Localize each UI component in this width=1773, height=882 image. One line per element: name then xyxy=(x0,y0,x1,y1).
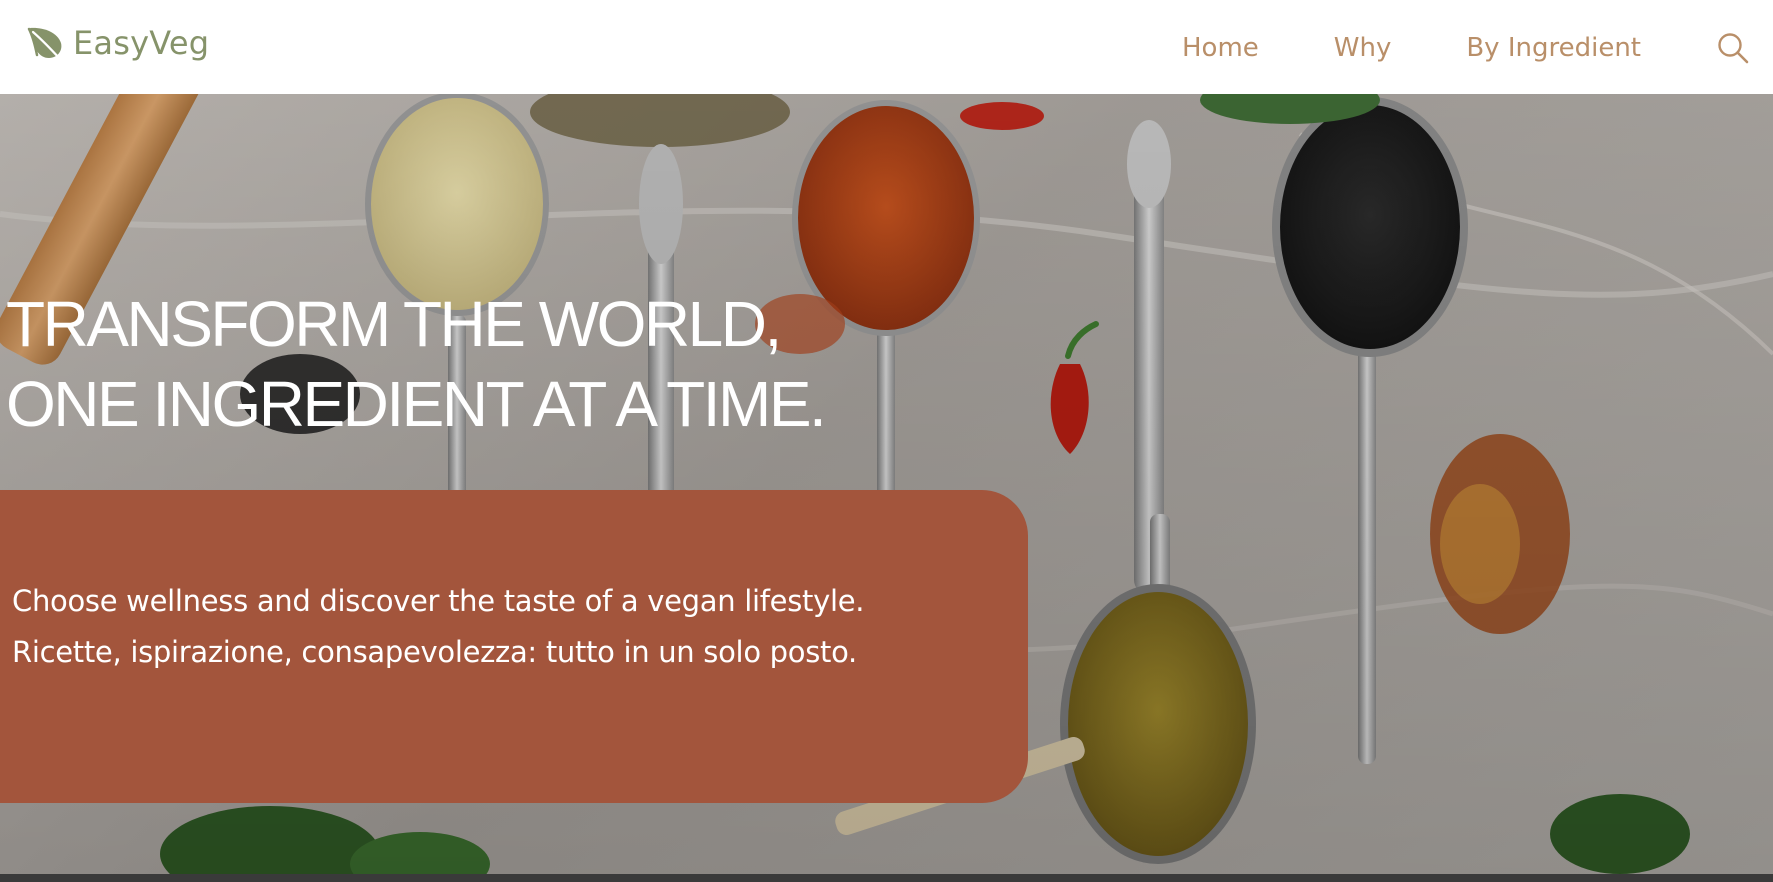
nav-item-why[interactable]: Why xyxy=(1334,33,1392,63)
hero-subtitle-line-1: Choose wellness and discover the taste o… xyxy=(12,584,865,618)
hero-title: TRANSFORM THE WORLD, ONE INGREDIENT AT A… xyxy=(6,284,827,444)
leaf-icon xyxy=(27,27,62,61)
nav-item-home[interactable]: Home xyxy=(1182,33,1259,63)
page-bottom-edge xyxy=(0,874,1773,882)
site-header: EasyVeg Home Why By Ingredient xyxy=(0,0,1773,94)
hero-title-line-2: ONE INGREDIENT AT A TIME. xyxy=(6,368,827,440)
page: EasyVeg Home Why By Ingredient TRANSFORM… xyxy=(0,0,1773,882)
hero-title-line-1: TRANSFORM THE WORLD, xyxy=(6,288,782,360)
brand-logo-link[interactable]: EasyVeg xyxy=(27,22,209,64)
nav-item-by-ingredient[interactable]: By Ingredient xyxy=(1466,33,1641,63)
hero-section: TRANSFORM THE WORLD, ONE INGREDIENT AT A… xyxy=(0,94,1773,874)
brand-name: EasyVeg xyxy=(73,24,210,62)
search-icon[interactable] xyxy=(1716,31,1750,65)
main-nav: Home Why By Ingredient xyxy=(1182,28,1773,68)
hero-intro-card: Choose wellness and discover the taste o… xyxy=(0,490,1028,803)
hero-subtitle-line-2: Ricette, ispirazione, consapevolezza: tu… xyxy=(12,635,857,669)
